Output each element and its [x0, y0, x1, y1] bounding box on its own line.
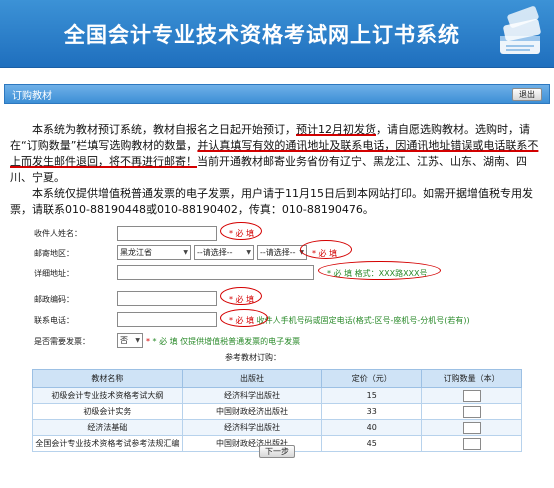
chevron-down-icon: ▼ — [135, 337, 140, 344]
qty-input[interactable] — [462, 437, 481, 450]
city-value: --请选择-- — [197, 248, 233, 257]
section-bar: 订购教材 退出 — [4, 84, 550, 104]
qty-input[interactable] — [462, 389, 481, 402]
col-header-title: 教材名称 — [32, 369, 183, 388]
next-step-button[interactable]: 下一步 — [259, 445, 295, 458]
book-price: 40 — [321, 419, 423, 436]
qty-cell — [421, 435, 522, 452]
table-header-row: 教材名称 出版社 定价（元） 订购数量（本） — [32, 369, 522, 388]
name-required-oval — [220, 222, 262, 240]
phone-format-text: 收件人手机号码或固定电话(格式:区号-座机号-分机号(若有)) — [256, 316, 470, 325]
table-caption: 参考教材订购： — [225, 353, 281, 362]
col-header-qty: 订购数量（本） — [421, 369, 522, 388]
intro-text: 本系统为教材预订系统，教材自报名之日起开始预订，预计12月初发货，请自愿选购教材… — [10, 122, 546, 218]
name-input[interactable] — [117, 226, 217, 241]
book-price: 45 — [321, 435, 423, 452]
book-publisher: 中国财政经济出版社 — [181, 435, 323, 452]
phone-required-oval — [220, 309, 268, 327]
zip-required-oval — [220, 287, 262, 305]
col-header-price: 定价（元） — [321, 369, 423, 388]
book-publisher: 经济科学出版社 — [181, 419, 323, 436]
exit-button[interactable]: 退出 — [512, 88, 542, 101]
qty-cell — [421, 387, 522, 404]
name-label: 收件人姓名： — [34, 229, 82, 238]
invoice-value: 否 — [120, 336, 128, 345]
region-label: 邮寄地区： — [34, 249, 74, 258]
book-price: 15 — [321, 387, 423, 404]
zip-input[interactable] — [117, 291, 217, 306]
address-required-oval — [318, 261, 441, 280]
phone-input[interactable] — [117, 312, 217, 327]
book-price: 33 — [321, 403, 423, 420]
region-required-oval — [300, 240, 352, 259]
qty-cell — [421, 403, 522, 420]
zip-label: 邮政编码： — [34, 295, 74, 304]
header-banner: 全国会计专业技术资格考试网上订书系统 — [0, 0, 554, 68]
ship-date-highlight: 预计12月初发货 — [296, 123, 376, 136]
province-value: 黑龙江省 — [120, 248, 152, 257]
intro-paragraph-2: 本系统仅提供增值税普通发票的电子发票，用户请于11月15日后到本网站打印。如需开… — [10, 187, 533, 216]
invoice-note: * * 必 填 仅提供增值税普通发票的电子发票 — [146, 337, 301, 346]
book-publisher: 中国财政经济出版社 — [181, 403, 323, 420]
invoice-select[interactable]: 否 ▼ — [117, 333, 143, 348]
table-row: 初级会计专业技术资格考试大纲 经济科学出版社 15 — [32, 387, 522, 404]
qty-input[interactable] — [462, 421, 481, 434]
phone-label: 联系电话： — [34, 316, 74, 325]
address-input[interactable] — [117, 265, 314, 280]
col-header-publisher: 出版社 — [181, 369, 323, 388]
district-value: --请选择-- — [260, 248, 296, 257]
book-title: 初级会计实务 — [32, 403, 183, 420]
address-label: 详细地址： — [34, 269, 74, 278]
intro-text-a: 本系统为教材预订系统，教材自报名之日起开始预订， — [32, 123, 296, 136]
book-title: 经济法基础 — [32, 419, 183, 436]
table-row: 经济法基础 经济科学出版社 40 — [32, 419, 522, 436]
chevron-down-icon: ▼ — [246, 249, 251, 256]
qty-input[interactable] — [462, 405, 481, 418]
book-publisher: 经济科学出版社 — [181, 387, 323, 404]
qty-cell — [421, 419, 522, 436]
book-title: 全国会计专业技术资格考试参考法规汇编 — [32, 435, 183, 452]
books-icon — [500, 6, 541, 54]
intro-paragraph-1: 本系统为教材预订系统，教材自报名之日起开始预订，预计12月初发货，请自愿选购教材… — [10, 122, 546, 186]
page-title: 全国会计专业技术资格考试网上订书系统 — [64, 23, 460, 47]
book-title: 初级会计专业技术资格考试大纲 — [32, 387, 183, 404]
invoice-note-text: * 必 填 仅提供增值税普通发票的电子发票 — [152, 337, 301, 346]
city-select[interactable]: --请选择-- ▼ — [194, 245, 254, 260]
invoice-label: 是否需要发票： — [34, 337, 90, 346]
table-row: 初级会计实务 中国财政经济出版社 33 — [32, 403, 522, 420]
chevron-down-icon: ▼ — [183, 249, 188, 256]
books-table: 教材名称 出版社 定价（元） 订购数量（本） 初级会计专业技术资格考试大纲 经济… — [32, 369, 522, 452]
section-title: 订购教材 — [12, 91, 52, 102]
province-select[interactable]: 黑龙江省 ▼ — [117, 245, 191, 260]
